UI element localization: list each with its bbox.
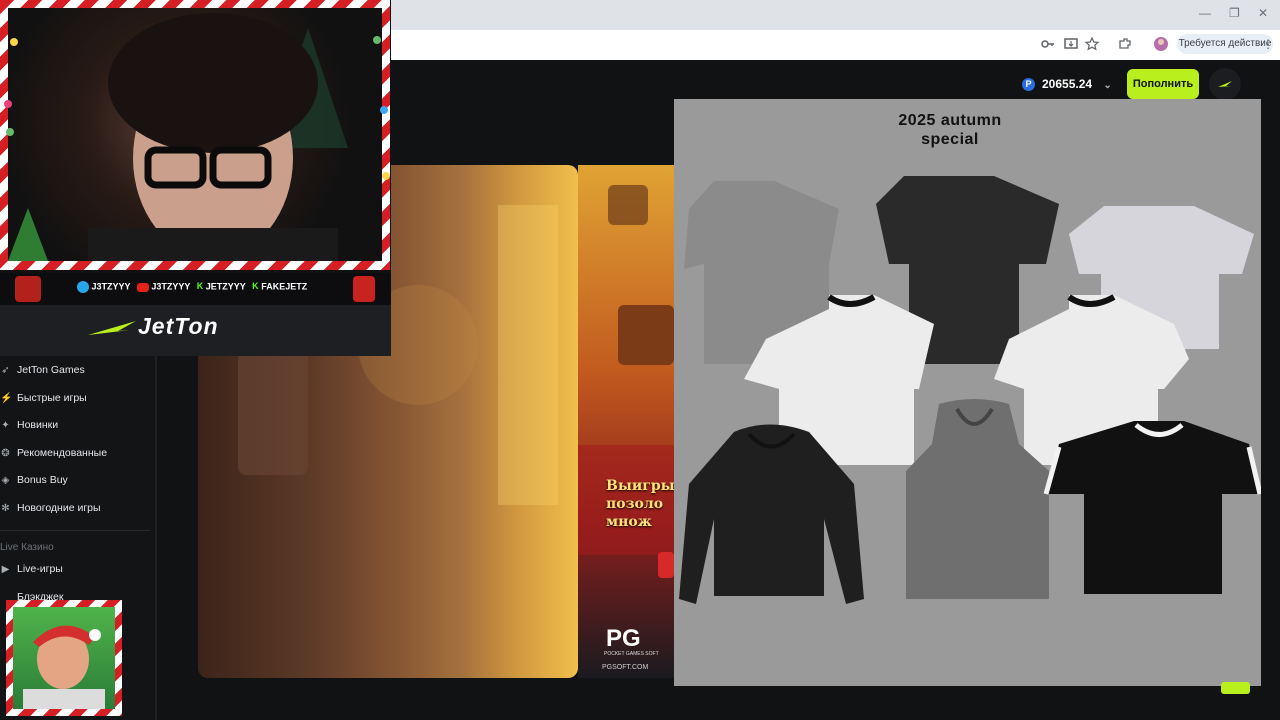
pg-subtitle: POCKET GAMES SOFT: [604, 651, 659, 657]
stream-socials: J3TZYYY J3TZYYY K JETZYYY K FAKEJETZ: [0, 273, 391, 305]
badge-icon: ❂: [1, 448, 10, 459]
second-webcam-frame: [6, 600, 122, 716]
sparkle-icon: ✦: [1, 420, 10, 431]
sidebar-item-label: JetTon Games: [17, 364, 85, 376]
deposit-button[interactable]: Пополнить: [1127, 69, 1199, 99]
action-required-button[interactable]: Требуется действие: [1177, 34, 1273, 54]
sidebar-item-label: Быстрые игры: [17, 392, 87, 404]
merch-title-line-1: 2025 autumn: [898, 112, 1002, 129]
jetton-logo-icon: [88, 318, 138, 343]
telegram-icon: [77, 281, 89, 293]
merch-promo-overlay: [674, 99, 1263, 686]
jet-logo-icon[interactable]: [1209, 68, 1241, 100]
chevron-down-icon[interactable]: ⌄: [1103, 80, 1111, 91]
promo-line-3: множ: [606, 514, 652, 530]
sidebar-item-label: Live-игры: [17, 563, 63, 575]
sidebar-item-label: Bonus Buy: [17, 474, 68, 486]
minimize-icon[interactable]: —: [1199, 6, 1211, 20]
kick-icon: K: [196, 281, 204, 292]
install-app-icon[interactable]: [1063, 36, 1079, 52]
snowflake-icon: ✻: [1, 503, 10, 514]
promo-line-1: Выигры: [606, 478, 674, 494]
social-youtube: J3TZYYY: [151, 281, 191, 292]
promo-line-2: позоло: [606, 496, 664, 512]
extensions-icon[interactable]: [1117, 36, 1133, 52]
social-kick-1: JETZYYY: [205, 281, 246, 292]
jetton-brand: JetTon: [138, 313, 219, 339]
webcam-feed: [8, 8, 382, 268]
sidebar-item-bonus-buy[interactable]: ◈ Bonus Buy: [0, 471, 68, 489]
pg-url: PGSOFT.COM: [602, 664, 649, 671]
game-card-wild-showdown[interactable]: Выигры позоло множ PG POCKET GAMES SOFT …: [578, 165, 674, 678]
sidebar-item-label: Новогодние игры: [17, 502, 101, 514]
second-webcam-feed: [13, 607, 115, 709]
lightning-icon: ⚡: [0, 393, 13, 404]
sidebar-item-fast-games[interactable]: ⚡ Быстрые игры: [0, 389, 87, 407]
light-icon: [382, 172, 390, 180]
play-icon: ▶: [1, 564, 10, 575]
light-icon: [10, 38, 18, 46]
sidebar-item-recommended[interactable]: ❂ Рекомендованные: [0, 444, 107, 462]
sidebar-item-new[interactable]: ✦ Новинки: [0, 416, 58, 434]
social-kick-2: FAKEJETZ: [261, 281, 308, 292]
merch-title: 2025 autumn special: [844, 111, 1056, 149]
gift-icon: [15, 276, 41, 302]
light-icon: [380, 106, 388, 114]
profile-avatar[interactable]: [1153, 36, 1169, 52]
light-icon: [373, 36, 381, 44]
close-icon[interactable]: ✕: [1258, 6, 1268, 20]
sidebar-divider: [0, 530, 150, 531]
bookmark-star-icon[interactable]: [1084, 36, 1100, 52]
diamond-icon: ◈: [1, 475, 10, 486]
balance-display[interactable]: P 20655.24 ⌄: [1022, 73, 1112, 95]
sidebar-item-live-games[interactable]: ▶ Live-игры: [0, 560, 63, 578]
currency-icon: P: [1022, 78, 1035, 92]
merch-title-line-2: special: [921, 131, 979, 148]
restore-icon[interactable]: ❐: [1229, 6, 1240, 20]
kick-icon: K: [252, 281, 259, 292]
menu-dots-icon[interactable]: ⋮: [1262, 37, 1274, 51]
jet-icon: ➶: [1, 365, 10, 376]
chest-icon: [353, 276, 375, 302]
sidebar-item-jetton-games[interactable]: ➶ JetTon Games: [0, 361, 85, 379]
light-icon: [6, 128, 14, 136]
sidebar-item-label: Рекомендованные: [17, 447, 108, 459]
chat-button[interactable]: [1221, 682, 1250, 694]
key-icon[interactable]: [1040, 36, 1056, 52]
sidebar-section-live-casino: Live Казино: [0, 542, 54, 553]
sidebar-item-label: Новинки: [17, 419, 59, 431]
balance-value: 20655.24: [1042, 77, 1093, 91]
tshirt-black-ringer: [1043, 421, 1263, 594]
social-telegram: J3TZYYY: [91, 281, 131, 292]
pg-logo: PG: [606, 625, 641, 652]
sidebar-item-new-year-games[interactable]: ✻ Новогодние игры: [0, 499, 101, 517]
light-icon: [4, 100, 12, 108]
youtube-icon: [136, 282, 149, 292]
